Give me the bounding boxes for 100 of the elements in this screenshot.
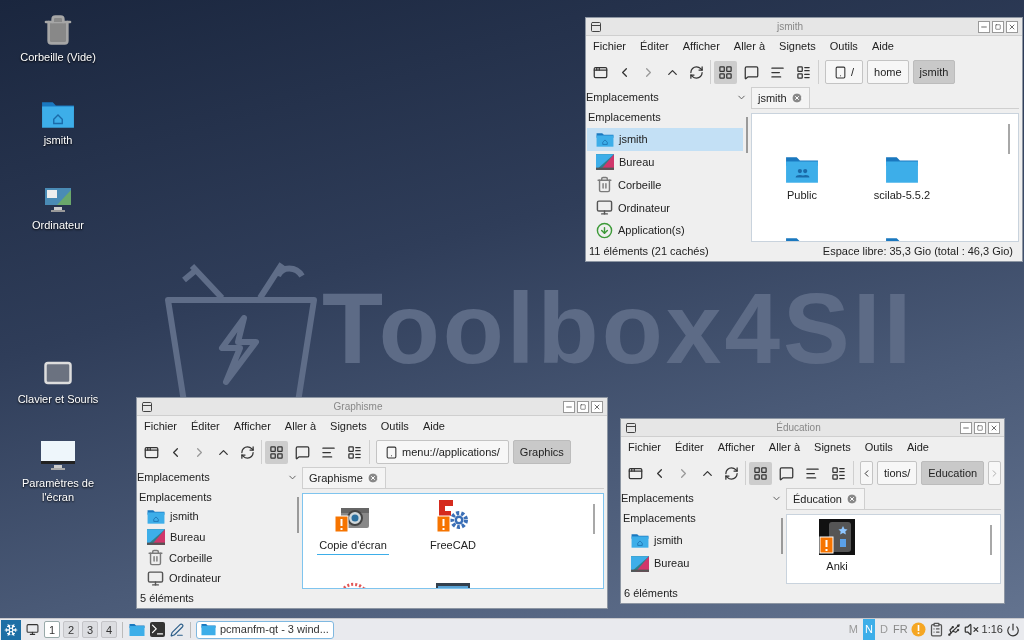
close-button[interactable] xyxy=(591,400,603,413)
menu-item[interactable]: Outils xyxy=(829,38,858,55)
muted-volume-icon[interactable] xyxy=(963,622,979,637)
place-item[interactable]: jsmith xyxy=(587,127,743,151)
menu-item[interactable]: Aide xyxy=(422,418,445,435)
show-desktop-button[interactable] xyxy=(24,621,41,638)
scrollbar-thumb[interactable] xyxy=(746,117,748,153)
workspace-button[interactable]: 4 xyxy=(101,621,117,638)
view-mode-button[interactable] xyxy=(714,60,737,84)
menu-item[interactable]: Aide xyxy=(906,439,929,456)
menu-item[interactable]: Signets xyxy=(330,418,367,435)
menu-item[interactable]: Afficher xyxy=(233,418,271,435)
workspace-button[interactable]: 1 xyxy=(44,621,60,638)
maximize-button[interactable] xyxy=(974,421,986,434)
menu-item[interactable]: Aller à xyxy=(768,439,801,456)
clipboard-icon[interactable] xyxy=(928,622,944,637)
terminal-launcher[interactable] xyxy=(149,621,166,638)
close-tab-icon[interactable] xyxy=(366,472,379,484)
path-button[interactable]: jsmith xyxy=(912,60,956,84)
compact-view-icon xyxy=(778,465,794,481)
menu-item[interactable]: Outils xyxy=(380,418,409,435)
menu-item[interactable]: Éditer xyxy=(191,418,220,435)
menu-item[interactable]: Éditer xyxy=(640,38,669,55)
view-mode-button[interactable] xyxy=(265,440,288,464)
close-button[interactable] xyxy=(1006,20,1018,33)
scrollbar-thumb[interactable] xyxy=(297,497,299,533)
desktop-icon-label[interactable]: Ordinateur xyxy=(12,218,104,232)
desktop-icon-label[interactable]: Paramètres de l'écran xyxy=(12,476,104,504)
desktop-icon-label[interactable]: Corbeille (Vide) xyxy=(12,50,104,64)
grid-icon xyxy=(269,444,284,460)
place-item[interactable]: jsmith xyxy=(138,506,294,527)
tab[interactable]: jsmith xyxy=(751,87,810,108)
place-item[interactable]: Corbeille xyxy=(587,173,743,197)
place-item[interactable]: Bureau xyxy=(138,526,294,548)
menu-item[interactable]: Éditer xyxy=(675,439,704,456)
menu-item[interactable]: Fichier xyxy=(144,418,177,435)
workspace-button[interactable]: 3 xyxy=(82,621,98,638)
path-button[interactable]: Education xyxy=(921,461,985,485)
close-tab-icon[interactable] xyxy=(845,493,858,505)
desktop-icon-label[interactable]: Clavier et Souris xyxy=(12,392,104,406)
menu-item[interactable]: Fichier xyxy=(593,38,626,55)
path-button[interactable]: / xyxy=(825,60,864,84)
menu-item[interactable]: Afficher xyxy=(717,439,755,456)
menu-item[interactable]: Signets xyxy=(814,439,851,456)
usb-icon[interactable] xyxy=(946,622,961,637)
menu-item[interactable]: Signets xyxy=(779,38,816,55)
path-button[interactable]: Graphics xyxy=(512,440,571,464)
file-item-label[interactable]: Public xyxy=(785,187,819,205)
clock[interactable]: 1:16 xyxy=(981,621,1003,638)
view-mode-button[interactable] xyxy=(748,461,772,485)
places-heading: Emplacements xyxy=(138,490,213,505)
path-button[interactable]: tions/ xyxy=(876,461,918,485)
menu-item[interactable]: Outils xyxy=(864,439,893,456)
power-icon[interactable] xyxy=(1006,622,1020,637)
scrollbar-thumb[interactable] xyxy=(990,525,992,555)
menu-item[interactable]: Aller à xyxy=(284,418,317,435)
place-item[interactable]: Bureau xyxy=(587,150,743,174)
path-button[interactable]: home xyxy=(867,60,909,84)
file-item-label[interactable]: FreeCAD xyxy=(428,537,478,555)
scrollbar-thumb[interactable] xyxy=(781,518,783,554)
scrollbar-thumb[interactable] xyxy=(593,504,595,534)
window-title: jsmith xyxy=(775,20,805,34)
folder-icon xyxy=(885,155,919,184)
workspace-button[interactable]: 2 xyxy=(63,621,79,638)
minimize-button[interactable] xyxy=(978,20,990,33)
place-item[interactable]: Corbeille xyxy=(138,547,294,569)
maximize-button[interactable] xyxy=(577,400,589,413)
place-item[interactable]: Ordinateur xyxy=(138,568,294,589)
place-item[interactable]: Application(s) xyxy=(587,219,743,242)
start-button[interactable] xyxy=(1,619,21,640)
file-item-label[interactable]: Anki xyxy=(824,558,850,576)
editor-launcher[interactable] xyxy=(169,621,185,638)
menu-item[interactable]: Fichier xyxy=(628,439,661,456)
minimize-button[interactable] xyxy=(960,421,972,434)
computer-icon xyxy=(147,570,164,588)
minimize-button[interactable] xyxy=(563,400,575,413)
menu-item[interactable]: Aide xyxy=(871,38,894,55)
reload-icon xyxy=(240,444,255,460)
desktop-icon-label[interactable]: jsmith xyxy=(12,132,104,147)
tab[interactable]: Graphisme xyxy=(302,467,386,488)
menu-item[interactable]: Aller à xyxy=(733,38,766,55)
close-button[interactable] xyxy=(988,421,1000,434)
file-manager-launcher[interactable] xyxy=(128,621,146,638)
menu-item[interactable]: Afficher xyxy=(682,38,720,55)
reload-icon xyxy=(689,64,704,80)
close-tab-icon[interactable] xyxy=(790,92,803,104)
tab[interactable]: Éducation xyxy=(786,488,865,509)
place-item[interactable]: Ordinateur xyxy=(587,196,743,220)
path-button[interactable]: menu://applications/ xyxy=(376,440,509,464)
task-button[interactable]: pcmanfm-qt - 3 wind... xyxy=(196,620,334,639)
device-icon xyxy=(385,445,398,459)
detail-list-icon xyxy=(830,465,846,481)
file-item-label[interactable]: Copie d'écran xyxy=(317,537,389,555)
maximize-button[interactable] xyxy=(992,20,1004,33)
desktop-icon xyxy=(631,554,649,573)
place-item[interactable]: Bureau xyxy=(622,552,778,575)
scrollbar-thumb[interactable] xyxy=(1008,124,1010,154)
place-item[interactable]: jsmith xyxy=(622,529,778,552)
file-item-label[interactable]: scilab-5.5.2 xyxy=(871,187,933,205)
detail-list-icon xyxy=(347,444,362,460)
